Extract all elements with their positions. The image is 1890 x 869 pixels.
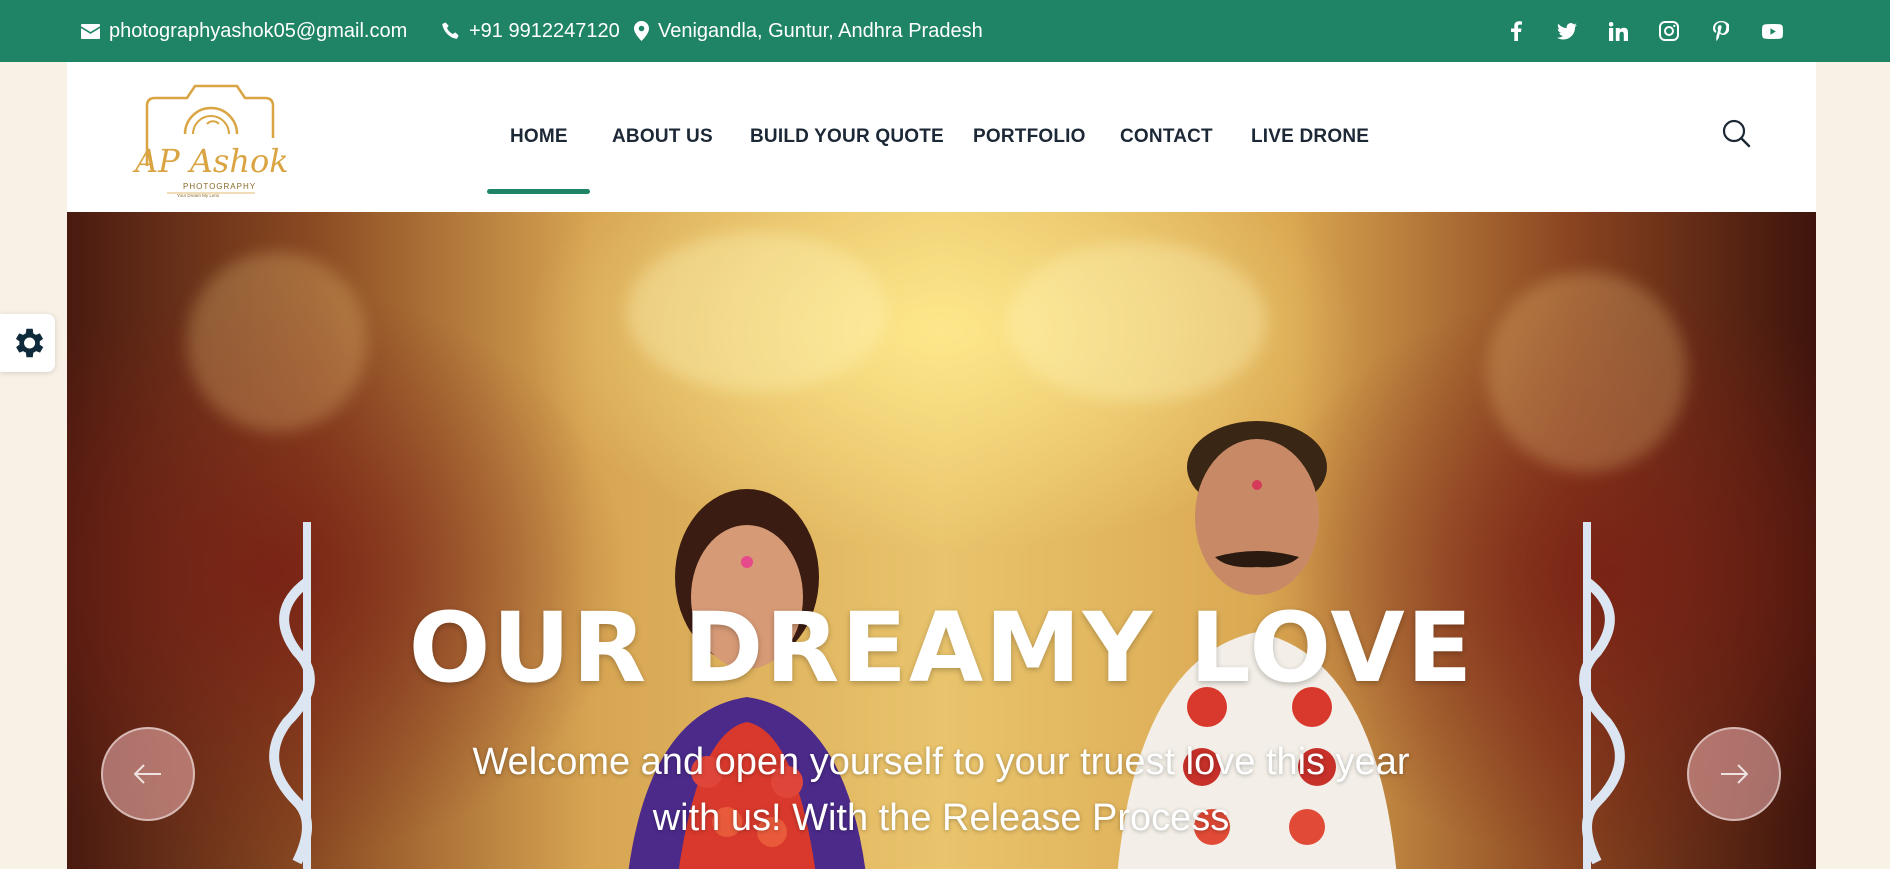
top-bar: photographyashok05@gmail.com +91 9912247…	[0, 0, 1890, 62]
nav-contact-label: CONTACT	[1120, 126, 1213, 147]
youtube-icon	[1761, 23, 1783, 39]
slide-title: OUR DREAMY LOVE	[408, 592, 1475, 704]
phone-icon	[442, 22, 459, 39]
linkedin-link[interactable]	[1603, 0, 1633, 62]
nav-portfolio[interactable]: PORTFOLIO	[973, 62, 1086, 212]
slider-next-button[interactable]	[1687, 727, 1781, 821]
nav-contact[interactable]: CONTACT	[1120, 62, 1213, 212]
search-button[interactable]	[1720, 117, 1754, 151]
twitter-icon	[1557, 22, 1577, 39]
settings-tab[interactable]	[0, 314, 55, 372]
nav-build-your-quote[interactable]: BUILD YOUR QUOTE	[750, 62, 944, 212]
instagram-icon	[1659, 21, 1679, 41]
active-nav-indicator	[487, 189, 590, 194]
location-text: Venigandla, Guntur, Andhra Pradesh	[658, 19, 983, 42]
location-contact: Venigandla, Guntur, Andhra Pradesh	[634, 0, 983, 62]
twitter-link[interactable]	[1552, 0, 1582, 62]
nav-live-drone-label: LIVE DRONE	[1251, 126, 1370, 147]
arrow-left-icon	[134, 764, 161, 784]
email-text: photographyashok05@gmail.com	[109, 19, 408, 42]
logo-tagline: PHOTOGRAPHY	[183, 182, 256, 191]
map-pin-icon	[634, 21, 649, 41]
nav-live-drone[interactable]: LIVE DRONE	[1251, 62, 1369, 212]
arrow-right-icon	[1721, 764, 1748, 784]
facebook-link[interactable]	[1501, 0, 1531, 62]
bokeh-light	[187, 252, 367, 432]
nav-about-us-label: ABOUT US	[612, 126, 713, 147]
envelope-icon	[81, 23, 100, 39]
youtube-link[interactable]	[1757, 0, 1787, 62]
site-logo[interactable]: AP Ashok PHOTOGRAPHY Your Dream My Lens	[125, 76, 297, 198]
phone-text: +91 9912247120	[469, 19, 620, 42]
bokeh-light	[1007, 242, 1267, 402]
bokeh-light	[627, 232, 887, 392]
bokeh-light	[1487, 272, 1687, 472]
gear-icon	[15, 328, 43, 358]
hero-slider: OUR DREAMY LOVE Welcome and open yoursel…	[67, 212, 1816, 869]
nav-home-label: HOME	[510, 126, 568, 147]
instagram-link[interactable]	[1654, 0, 1684, 62]
pinterest-icon	[1713, 21, 1729, 41]
slide-subtitle: Welcome and open yourself to your truest…	[472, 741, 1410, 839]
linkedin-icon	[1608, 21, 1628, 41]
email-contact[interactable]: photographyashok05@gmail.com	[81, 0, 407, 62]
logo-motto: Your Dream My Lens	[177, 193, 220, 198]
logo-name: AP Ashok	[132, 142, 289, 180]
nav-portfolio-label: PORTFOLIO	[973, 126, 1086, 147]
camera-logo-icon: AP Ashok PHOTOGRAPHY Your Dream My Lens	[132, 84, 289, 198]
slider-prev-button[interactable]	[101, 727, 195, 821]
facebook-icon	[1510, 21, 1522, 41]
nav-about-us[interactable]: ABOUT US	[612, 62, 713, 212]
pinterest-link[interactable]	[1706, 0, 1736, 62]
phone-contact[interactable]: +91 9912247120	[442, 0, 620, 62]
search-icon	[1722, 119, 1751, 148]
site-header: AP Ashok PHOTOGRAPHY Your Dream My Lens …	[67, 62, 1816, 212]
nav-build-your-quote-label: BUILD YOUR QUOTE	[750, 126, 944, 147]
